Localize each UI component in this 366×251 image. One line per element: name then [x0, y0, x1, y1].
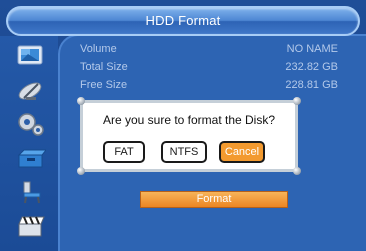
- volume-row: Volume NO NAME: [80, 43, 350, 59]
- fat-button[interactable]: FAT: [103, 141, 145, 163]
- dialog-corner-rivet: [77, 167, 85, 175]
- satellite-dish-icon[interactable]: [16, 78, 46, 102]
- free-size-label: Free Size: [80, 79, 128, 91]
- window-title: HDD Format: [145, 13, 221, 28]
- menu-icon-column: [0, 36, 58, 251]
- total-size-label: Total Size: [80, 61, 128, 73]
- toolbox-icon[interactable]: [16, 146, 46, 170]
- volume-label: Volume: [80, 43, 117, 55]
- ntfs-button[interactable]: NTFS: [161, 141, 207, 163]
- clapperboard-icon[interactable]: [16, 214, 46, 238]
- total-size-value: 232.82 GB: [285, 61, 338, 73]
- title-bar: HDD Format: [6, 6, 360, 36]
- osd-screen: HDD Format Volume NO NAME Total Size 232…: [0, 0, 366, 251]
- gears-icon[interactable]: [16, 112, 46, 136]
- desktop-window-icon[interactable]: [16, 44, 46, 68]
- free-size-row: Free Size 228.81 GB: [80, 79, 350, 95]
- dialog-corner-rivet: [293, 97, 301, 105]
- obscured-row: [80, 172, 350, 184]
- volume-value: NO NAME: [286, 43, 338, 55]
- chair-icon[interactable]: [16, 180, 46, 204]
- cancel-button[interactable]: Cancel: [219, 141, 265, 163]
- dialog-message: Are you sure to format the Disk?: [102, 113, 276, 127]
- format-button[interactable]: Format: [140, 191, 288, 208]
- total-size-row: Total Size 232.82 GB: [80, 61, 350, 77]
- dialog-corner-rivet: [77, 97, 85, 105]
- dialog-corner-rivet: [293, 167, 301, 175]
- format-confirm-dialog: Are you sure to format the Disk? FAT NTF…: [77, 97, 301, 175]
- free-size-value: 228.81 GB: [285, 79, 338, 91]
